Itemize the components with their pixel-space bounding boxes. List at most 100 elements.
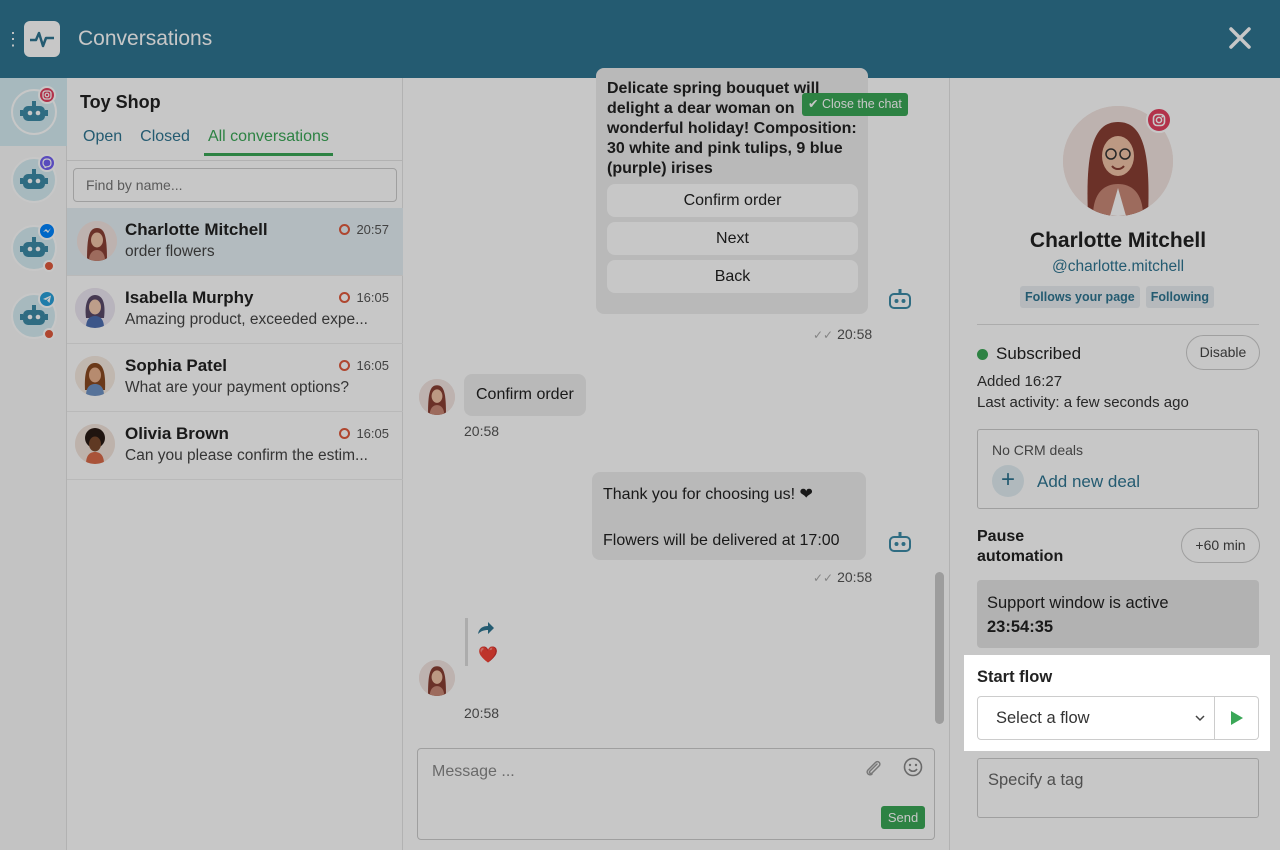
channel-telegram[interactable] — [0, 282, 67, 350]
app-header: ⋮ Conversations — [0, 0, 1280, 78]
bot-avatar-icon — [889, 532, 911, 552]
message-time: 20:58 — [464, 705, 500, 721]
channel-instagram[interactable] — [0, 78, 67, 146]
messenger-icon — [38, 222, 56, 240]
pause-60-min-button[interactable]: +60 min — [1181, 528, 1260, 563]
disable-button[interactable]: Disable — [1186, 335, 1260, 370]
tab-all-conversations[interactable]: All conversations — [203, 128, 333, 156]
close-chat-label: Close the chat — [821, 97, 902, 111]
subscription-status-label: Subscribed — [996, 344, 1082, 363]
conversation-time-row: 20:57 — [339, 222, 389, 237]
delivered-check-icon: ✓✓ — [813, 571, 834, 585]
conversation-item[interactable]: Sophia Patel What are your payment optio… — [67, 344, 403, 412]
pause-line-2: automation — [977, 548, 1064, 565]
conversation-item[interactable]: Olivia Brown Can you please confirm the … — [67, 412, 403, 480]
open-status-icon — [339, 428, 351, 439]
added-time: Added 16:27 — [977, 373, 1063, 390]
message-preview: order flowers — [125, 243, 215, 260]
message-time-value: 20:58 — [837, 326, 873, 342]
avatar — [77, 221, 117, 261]
pause-line-1: Pause — [977, 528, 1025, 545]
user-avatar — [419, 379, 455, 415]
bot-reply-line-2: Flowers will be delivered at 17:00 — [603, 532, 840, 549]
instagram-icon — [38, 86, 56, 104]
forward-quote-bar — [465, 618, 468, 666]
crm-deals-box: No CRM deals + Add new deal — [977, 429, 1259, 509]
menu-dots-icon[interactable]: ⋮ — [2, 29, 24, 50]
forward-icon — [478, 622, 494, 634]
status-dot-icon — [977, 348, 988, 360]
user-avatar — [419, 660, 455, 696]
tag-following: Following — [1145, 286, 1215, 308]
message-time: 20:58 — [464, 423, 500, 439]
support-window-timer: 23:54:35 — [987, 618, 1054, 636]
conversation-time-row: 16:05 — [339, 290, 389, 305]
message-preview: Amazing product, exceeded expe... — [125, 311, 368, 328]
telegram-icon — [38, 290, 56, 308]
message-composer[interactable]: Message ... Send — [417, 748, 935, 840]
open-status-icon — [339, 292, 351, 303]
emoji-icon[interactable] — [903, 757, 923, 777]
channel-messenger[interactable] — [0, 214, 67, 282]
message-time: ✓✓ 20:58 — [813, 569, 872, 585]
delivered-check-icon: ✓✓ — [813, 328, 834, 342]
pause-automation-label: Pause automation — [977, 527, 1063, 567]
contact-panel: Charlotte Mitchell @charlotte.mitchell F… — [949, 78, 1280, 850]
message-input[interactable]: Message ... — [432, 763, 515, 781]
send-button[interactable]: Send — [881, 806, 925, 829]
contact-name: Sophia Patel — [125, 356, 228, 375]
contact-handle[interactable]: @charlotte.mitchell — [950, 258, 1280, 276]
tag-input[interactable]: Specify a tag — [977, 758, 1259, 818]
contact-name: Isabella Murphy — [125, 288, 254, 307]
viber-icon — [38, 154, 56, 172]
tab-open[interactable]: Open — [83, 128, 122, 156]
instagram-icon — [1146, 107, 1172, 133]
conversation-list: Toy Shop Open Closed All conversations C… — [67, 78, 403, 850]
close-chat-button[interactable]: ✔ Close the chat — [802, 93, 908, 116]
message-time: ✓✓ 20:58 — [813, 326, 872, 342]
bot-reply-bubble: Thank you for choosing us! ❤ Flowers wil… — [592, 472, 866, 560]
channel-viber[interactable] — [0, 146, 67, 214]
contact-tags: Follows your page Following — [1020, 286, 1215, 308]
last-activity: Last activity: a few seconds ago — [977, 394, 1189, 411]
open-status-icon — [339, 360, 351, 371]
chevron-down-icon — [1195, 715, 1205, 722]
tab-closed[interactable]: Closed — [140, 128, 190, 156]
chat-scrollbar[interactable] — [935, 572, 944, 724]
avatar — [75, 288, 115, 328]
conversation-time: 16:05 — [356, 290, 389, 305]
open-status-icon — [339, 224, 351, 235]
search-input[interactable] — [73, 168, 397, 202]
crm-label: No CRM deals — [992, 442, 1084, 458]
conversation-time: 16:05 — [356, 358, 389, 373]
tag-follows-your-page: Follows your page — [1020, 286, 1140, 308]
user-message-bubble: Confirm order — [464, 374, 586, 416]
conversation-time-row: 16:05 — [339, 358, 389, 373]
tag-input-placeholder: Specify a tag — [988, 771, 1084, 789]
conversation-item[interactable]: Charlotte Mitchell order flowers 20:57 — [67, 208, 403, 276]
conversation-item[interactable]: Isabella Murphy Amazing product, exceede… — [67, 276, 403, 344]
quick-reply-back[interactable]: Back — [607, 260, 858, 293]
add-new-deal-link[interactable]: Add new deal — [1037, 472, 1140, 492]
chat-area: Delicate spring bouquet will delight a d… — [403, 68, 949, 850]
contact-name-heading: Charlotte Mitchell — [1029, 229, 1207, 252]
unread-indicator — [43, 328, 55, 340]
message-preview: What are your payment options? — [125, 379, 350, 396]
quick-reply-confirm-order[interactable]: Confirm order — [607, 184, 858, 217]
conversation-time-row: 16:05 — [339, 426, 389, 441]
close-icon[interactable] — [1226, 24, 1254, 52]
plus-icon[interactable]: + — [992, 465, 1024, 497]
flow-select[interactable]: Select a flow — [977, 696, 1215, 740]
conversation-tabs: Open Closed All conversations — [83, 128, 351, 156]
support-window-text: Support window is active — [987, 594, 1169, 612]
app-logo-icon — [24, 21, 60, 57]
quick-reply-next[interactable]: Next — [607, 222, 858, 255]
bot-reply-line-1: Thank you for choosing us! ❤ — [603, 486, 813, 503]
support-window-box: Support window is active 23:54:35 — [977, 580, 1259, 648]
heart-emoji: ❤️ — [478, 647, 498, 664]
shop-name: Toy Shop — [80, 92, 161, 112]
paperclip-icon[interactable] — [864, 759, 884, 779]
start-flow-button[interactable] — [1215, 696, 1259, 740]
channel-rail — [0, 78, 67, 850]
flow-select-value: Select a flow — [996, 709, 1090, 727]
